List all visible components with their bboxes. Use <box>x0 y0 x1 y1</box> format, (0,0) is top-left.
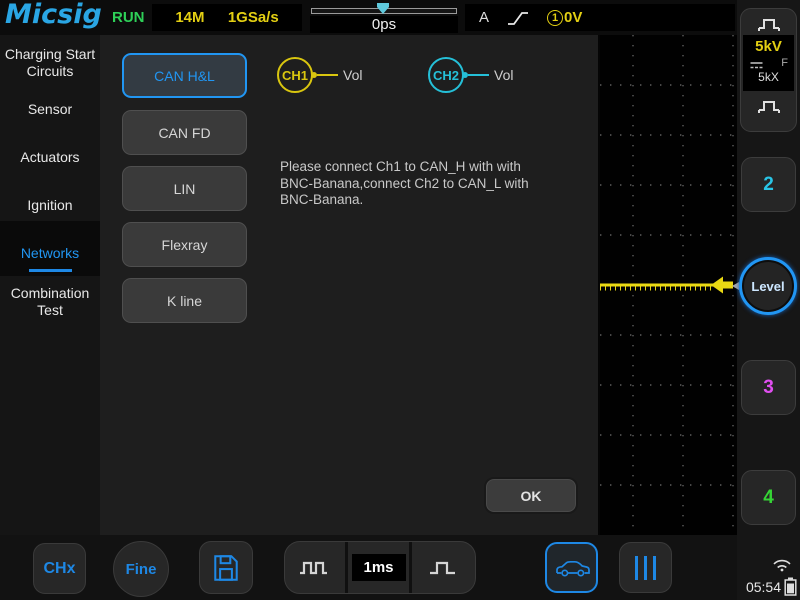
menu-button-can-hl[interactable]: CAN H&L <box>122 53 247 98</box>
horizontal-position-slider[interactable] <box>310 2 458 16</box>
level-knob[interactable]: Level <box>739 257 797 315</box>
top-bar: Micsig RUN 14M 1GSa/s 0ps A 1 0V <box>0 0 737 35</box>
vertical-scale-control[interactable]: 5kV F 5kX <box>740 8 797 132</box>
channel-4-button[interactable]: 4 <box>741 470 796 525</box>
dc-coupling-icon <box>750 62 763 69</box>
ch2-assignment: CH2 Vol <box>428 57 513 93</box>
timebase-value: 1ms <box>351 554 406 581</box>
menu-bars-button[interactable] <box>619 542 672 593</box>
waveform-display[interactable] <box>600 35 737 535</box>
sidebar-item-networks[interactable]: Networks <box>0 245 100 262</box>
trigger-channel-badge-icon: 1 <box>547 9 564 26</box>
clock: 05:54 <box>745 579 781 595</box>
scale-value: 5kV <box>755 38 782 55</box>
sample-rate: 1GSa/s <box>227 9 279 26</box>
menu-button-lin[interactable]: LIN <box>122 166 247 211</box>
menu-button-can-fd[interactable]: CAN FD <box>122 110 247 155</box>
save-button[interactable] <box>199 541 253 594</box>
ch2-connector-line <box>468 74 489 76</box>
horizontal-position-value[interactable]: 0ps <box>310 16 458 33</box>
ch2-signal-label: Vol <box>494 67 514 83</box>
ch2-badge[interactable]: CH2 <box>428 57 464 93</box>
car-icon <box>555 560 590 577</box>
trigger-position-marker-icon[interactable] <box>376 2 390 15</box>
connection-instructions: Please connect Ch1 to CAN_H with with BN… <box>280 159 529 209</box>
trigger-source: A <box>479 9 490 26</box>
bottom-toolbar: CHx Fine 1ms <box>0 535 737 600</box>
bar-icon <box>635 555 638 580</box>
sidebar-item-label: Networks <box>20 245 80 261</box>
sidebar-item-ignition[interactable]: Ignition <box>0 197 100 214</box>
single-pulse-icon <box>430 561 456 574</box>
sidebar-selected-underline <box>29 269 72 272</box>
instruction-line: BNC-Banana. <box>280 192 364 207</box>
save-icon <box>214 554 238 581</box>
rising-edge-icon <box>508 11 529 25</box>
run-status[interactable]: RUN <box>112 9 145 26</box>
menu-button-flexray[interactable]: Flexray <box>122 222 247 267</box>
ok-button[interactable]: OK <box>484 477 578 514</box>
ch1-connector-line <box>317 74 338 76</box>
ch1-assignment: CH1 Vol <box>277 57 362 93</box>
graticule <box>600 35 737 535</box>
sidebar-item-label: Sensor <box>27 101 73 117</box>
pulse-train-icon <box>300 561 328 574</box>
automotive-test-menu: Charging Start Circuits Sensor Actuators… <box>0 35 598 535</box>
trigger-status-bar[interactable]: A 1 0V <box>465 4 735 31</box>
bar-icon <box>644 555 647 580</box>
chx-button[interactable]: CHx <box>33 543 86 594</box>
sidebar-item-label: Combination Test <box>10 285 90 318</box>
filter-flag: F <box>781 56 788 69</box>
sidebar-item-combination-test[interactable]: Combination Test <box>0 285 100 319</box>
sidebar-item-label: Charging Start Circuits <box>4 46 96 79</box>
sidebar-item-charging-start-circuits[interactable]: Charging Start Circuits <box>0 46 100 80</box>
timebase-readout[interactable]: 1ms <box>348 542 412 593</box>
level-marker-icon <box>732 282 739 290</box>
sidebar-item-label: Actuators <box>20 149 80 165</box>
sidebar-item-actuators[interactable]: Actuators <box>0 149 100 166</box>
acquisition-info[interactable]: 14M 1GSa/s <box>152 4 302 31</box>
probe-attenuation: 5kX <box>758 70 779 84</box>
ch1-badge[interactable]: CH1 <box>277 57 313 93</box>
automotive-mode-button[interactable] <box>545 542 598 593</box>
timebase-control-group: 1ms <box>284 541 476 594</box>
trigger-level-value: 0V <box>564 9 583 26</box>
scale-up-icon[interactable] <box>755 14 783 33</box>
bar-icon <box>653 555 656 580</box>
scale-down-icon[interactable] <box>755 96 783 115</box>
oscilloscope-screen: Micsig RUN 14M 1GSa/s 0ps A 1 0V Chargin… <box>0 0 800 600</box>
battery-icon <box>784 577 797 596</box>
sidebar-item-label: Ignition <box>27 197 73 213</box>
brand-logo: Micsig <box>5 0 102 30</box>
right-control-bar: 5kV F 5kX 2 Level 3 4 05:54 <box>732 0 800 600</box>
sidebar-item-sensor[interactable]: Sensor <box>0 101 100 118</box>
timebase-zoom-in-button[interactable] <box>412 542 475 593</box>
wifi-icon <box>773 559 791 572</box>
ch1-signal-label: Vol <box>343 67 363 83</box>
timebase-zoom-out-button[interactable] <box>285 542 349 593</box>
scale-readout: 5kV F 5kX <box>743 35 794 91</box>
menu-sidebar: Charging Start Circuits Sensor Actuators… <box>0 35 100 535</box>
ch1-level-arrow-icon[interactable] <box>711 276 733 294</box>
instruction-line: BNC-Banana,connect Ch2 to CAN_L with <box>280 175 529 191</box>
memory-depth: 14M <box>175 9 205 26</box>
channel-3-button[interactable]: 3 <box>741 360 796 415</box>
instruction-line: Please connect Ch1 to CAN_H with with <box>280 159 521 174</box>
menu-button-k-line[interactable]: K line <box>122 278 247 323</box>
channel-2-button[interactable]: 2 <box>741 157 796 212</box>
fine-adjust-button[interactable]: Fine <box>113 541 169 597</box>
